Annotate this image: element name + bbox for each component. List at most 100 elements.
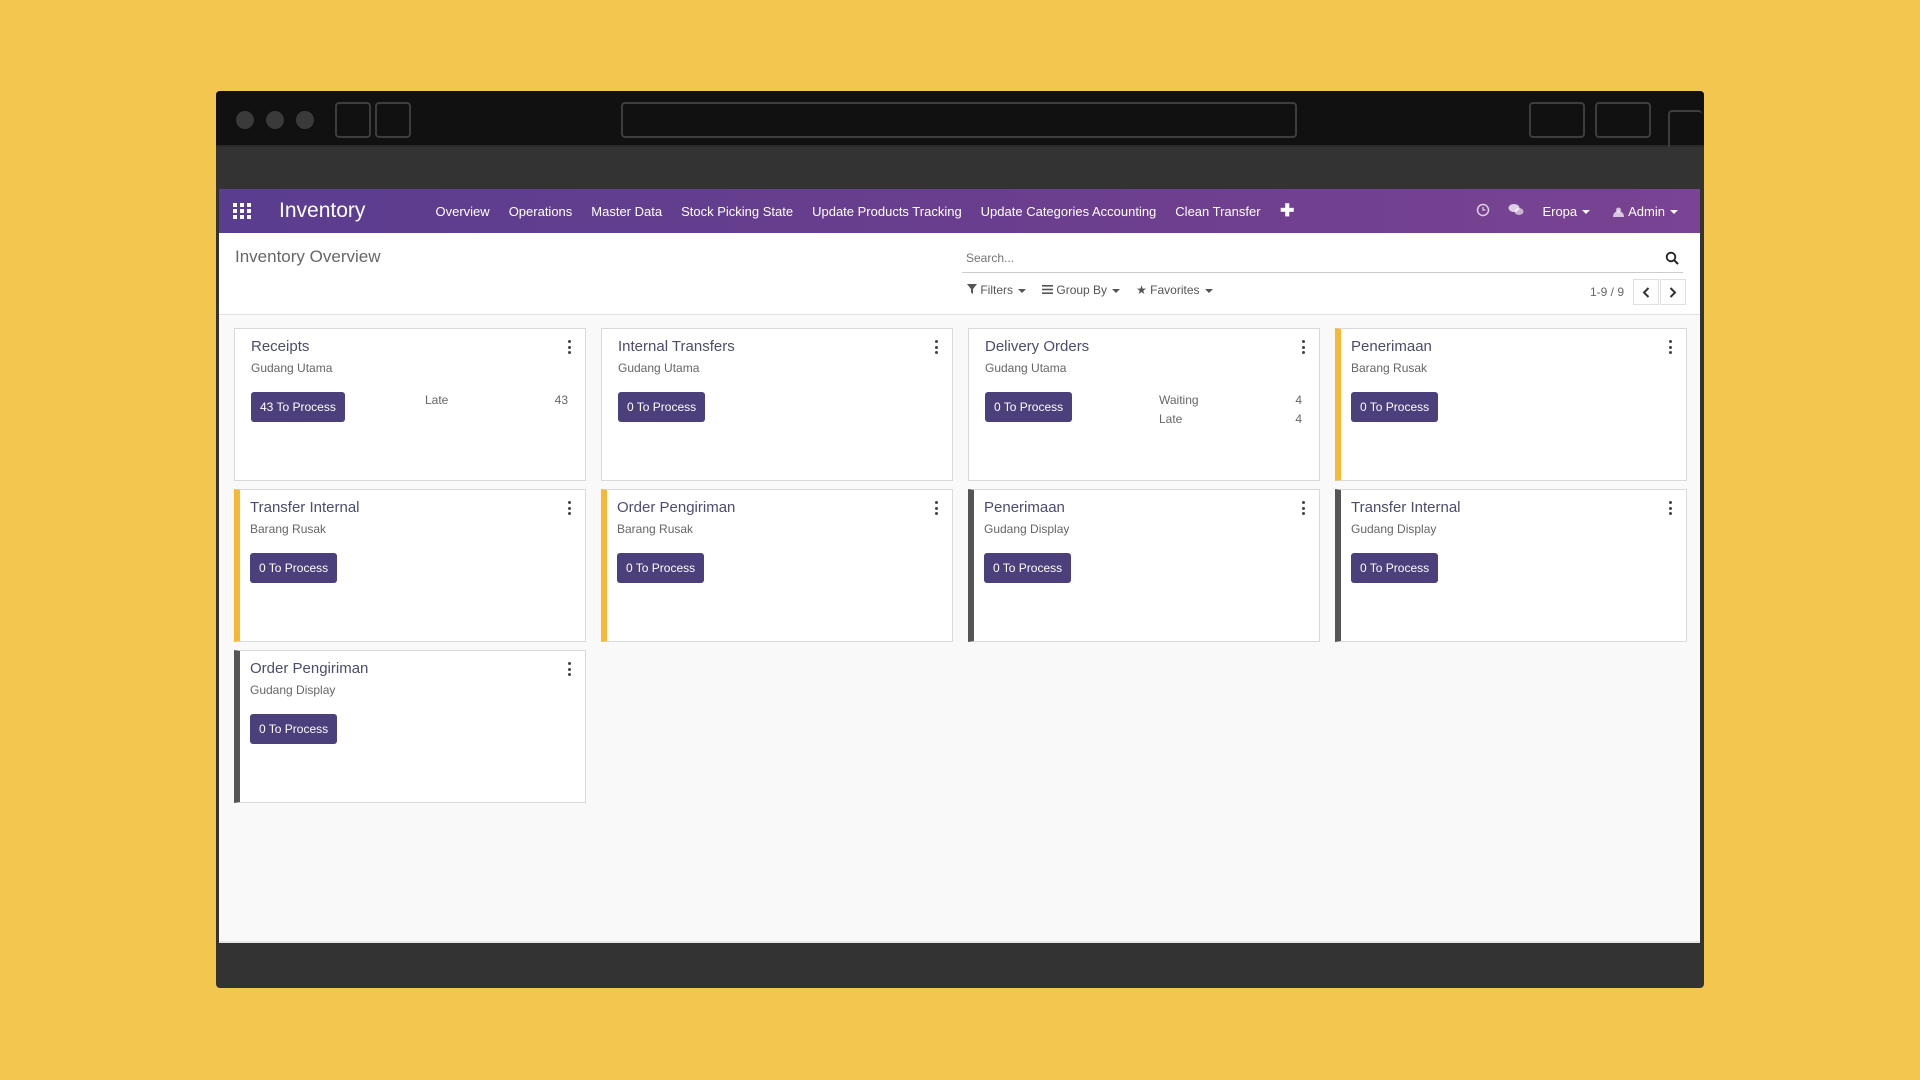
menu-item-update-categories-accounting[interactable]: Update Categories Accounting [971, 204, 1166, 219]
browser-tabstrip [216, 147, 1704, 189]
browser-corner-button[interactable] [1668, 110, 1702, 150]
breadcrumb: Inventory Overview [235, 247, 381, 266]
menu-item-master-data[interactable]: Master Data [582, 204, 672, 219]
menu-item-clean-transfer[interactable]: Clean Transfer [1166, 204, 1270, 219]
apps-grid-icon[interactable] [233, 203, 251, 219]
kebab-menu-icon[interactable] [1666, 501, 1674, 515]
navbar-systray: Eropa Admin [1476, 189, 1700, 233]
company-switcher[interactable]: Eropa [1542, 203, 1591, 219]
menu-item-operations[interactable]: Operations [499, 204, 582, 219]
window-minimize-dot[interactable] [266, 111, 284, 129]
browser-forward-button[interactable] [375, 102, 411, 138]
kebab-menu-icon[interactable] [932, 340, 940, 354]
to-process-button[interactable]: 0 To Process [1351, 553, 1439, 583]
kebab-menu-icon[interactable] [565, 340, 573, 354]
operation-type-card[interactable]: Penerimaan Gudang Display 0 To Process [968, 489, 1320, 642]
star-icon: ★ [1136, 283, 1147, 297]
card-warehouse: Gudang Display [1351, 522, 1437, 536]
card-title[interactable]: Delivery Orders [985, 338, 1089, 355]
favorites-dropdown[interactable]: ★ Favorites [1136, 283, 1213, 297]
stat-row[interactable]: Waiting 4 [1159, 393, 1302, 412]
to-process-button[interactable]: 0 To Process [617, 553, 705, 583]
stat-value[interactable]: 43 [555, 393, 568, 412]
filters-label: Filters [980, 283, 1014, 297]
window-close-dot[interactable] [236, 111, 254, 129]
clock-icon[interactable] [1476, 203, 1490, 220]
caret-down-icon [1670, 210, 1678, 215]
page-bottom-divider [219, 941, 1700, 943]
kebab-menu-icon[interactable] [565, 501, 573, 515]
operation-type-card[interactable]: Receipts Gudang Utama 43 To Process Late 43 [234, 328, 586, 481]
card-warehouse: Barang Rusak [250, 522, 327, 536]
card-warehouse: Gudang Utama [618, 361, 700, 375]
plus-icon[interactable]: ✚ [1270, 201, 1304, 221]
kanban-view: Receipts Gudang Utama 43 To Process Late 43 I… [234, 328, 1687, 803]
card-title[interactable]: Order Pengiriman [250, 660, 368, 677]
to-process-button[interactable]: 0 To Process [250, 553, 338, 583]
chevron-left-icon [1642, 286, 1650, 298]
card-warehouse: Barang Rusak [1351, 361, 1428, 375]
stat-row[interactable]: Late 43 [425, 393, 568, 412]
menu-item-stock-picking-state[interactable]: Stock Picking State [672, 204, 803, 219]
chat-icon[interactable] [1508, 203, 1524, 220]
stat-row[interactable]: Late 4 [1159, 412, 1302, 431]
menu-item-update-products-tracking[interactable]: Update Products Tracking [803, 204, 972, 219]
card-title[interactable]: Penerimaan [984, 499, 1065, 516]
to-process-button[interactable]: 0 To Process [618, 392, 706, 422]
card-title[interactable]: Receipts [251, 338, 309, 355]
operation-type-card[interactable]: Order Pengiriman Barang Rusak 0 To Process [601, 489, 953, 642]
user-name: Admin [1628, 203, 1665, 219]
search-options: Filters Group By ★ Favorites [967, 283, 1229, 297]
avatar-icon [1613, 207, 1625, 217]
caret-down-icon [1204, 288, 1213, 293]
company-name: Eropa [1542, 203, 1578, 219]
to-process-button[interactable]: 43 To Process [251, 392, 345, 422]
kebab-menu-icon[interactable] [1299, 501, 1307, 515]
card-title[interactable]: Transfer Internal [250, 499, 360, 516]
operation-type-card[interactable]: Transfer Internal Barang Rusak 0 To Proces… [234, 489, 586, 642]
operation-type-card[interactable]: Order Pengiriman Gudang Display 0 To Proce… [234, 650, 586, 803]
search-input[interactable] [962, 245, 1642, 271]
to-process-button[interactable]: 0 To Process [985, 392, 1073, 422]
browser-toolbar-button[interactable] [1529, 102, 1585, 138]
operation-type-card[interactable]: Transfer Internal Gudang Display 0 To Proc… [1335, 489, 1687, 642]
kebab-menu-icon[interactable] [565, 662, 573, 676]
kebab-menu-icon[interactable] [1666, 340, 1674, 354]
to-process-button[interactable]: 0 To Process [1351, 392, 1439, 422]
to-process-button[interactable]: 0 To Process [250, 714, 338, 744]
groupby-label: Group By [1056, 283, 1108, 297]
operation-type-card[interactable]: Penerimaan Barang Rusak 0 To Process [1335, 328, 1687, 481]
operation-type-card[interactable]: Delivery Orders Gudang Utama 0 To Process W… [968, 328, 1320, 481]
window-maximize-dot[interactable] [296, 111, 314, 129]
card-warehouse: Gudang Display [250, 683, 336, 697]
card-title[interactable]: Penerimaan [1351, 338, 1432, 355]
filters-dropdown[interactable]: Filters [967, 283, 1027, 297]
card-title[interactable]: Order Pengiriman [617, 499, 735, 516]
operation-type-card[interactable]: Internal Transfers Gudang Utama 0 To Proce… [601, 328, 953, 481]
stat-label[interactable]: Waiting [1159, 393, 1199, 412]
groupby-dropdown[interactable]: Group By [1042, 283, 1121, 297]
control-panel: Inventory Overview Filters Group By ★ Fa… [219, 233, 1700, 315]
card-title[interactable]: Internal Transfers [618, 338, 735, 355]
card-title[interactable]: Transfer Internal [1351, 499, 1461, 516]
top-menu: Overview Operations Master Data Stock Pi… [426, 189, 1304, 233]
favorites-label: Favorites [1150, 283, 1200, 297]
stat-label[interactable]: Late [425, 393, 448, 412]
browser-toolbar-button[interactable] [1595, 102, 1651, 138]
pager-prev-button[interactable] [1633, 279, 1659, 305]
user-menu[interactable]: Admin [1612, 204, 1678, 219]
stat-label[interactable]: Late [1159, 412, 1182, 431]
search-icon[interactable] [1665, 251, 1679, 265]
kebab-menu-icon[interactable] [932, 501, 940, 515]
card-warehouse: Gudang Utama [251, 361, 333, 375]
pager-next-button[interactable] [1660, 279, 1686, 305]
browser-address-bar[interactable] [621, 102, 1297, 138]
browser-back-button[interactable] [335, 102, 371, 138]
pager-value[interactable]: 1-9 / 9 [1590, 285, 1624, 299]
stat-value[interactable]: 4 [1295, 412, 1302, 431]
to-process-button[interactable]: 0 To Process [984, 553, 1072, 583]
stat-value[interactable]: 4 [1295, 393, 1302, 412]
app-name[interactable]: Inventory [279, 199, 365, 223]
menu-item-overview[interactable]: Overview [426, 204, 499, 219]
kebab-menu-icon[interactable] [1299, 340, 1307, 354]
